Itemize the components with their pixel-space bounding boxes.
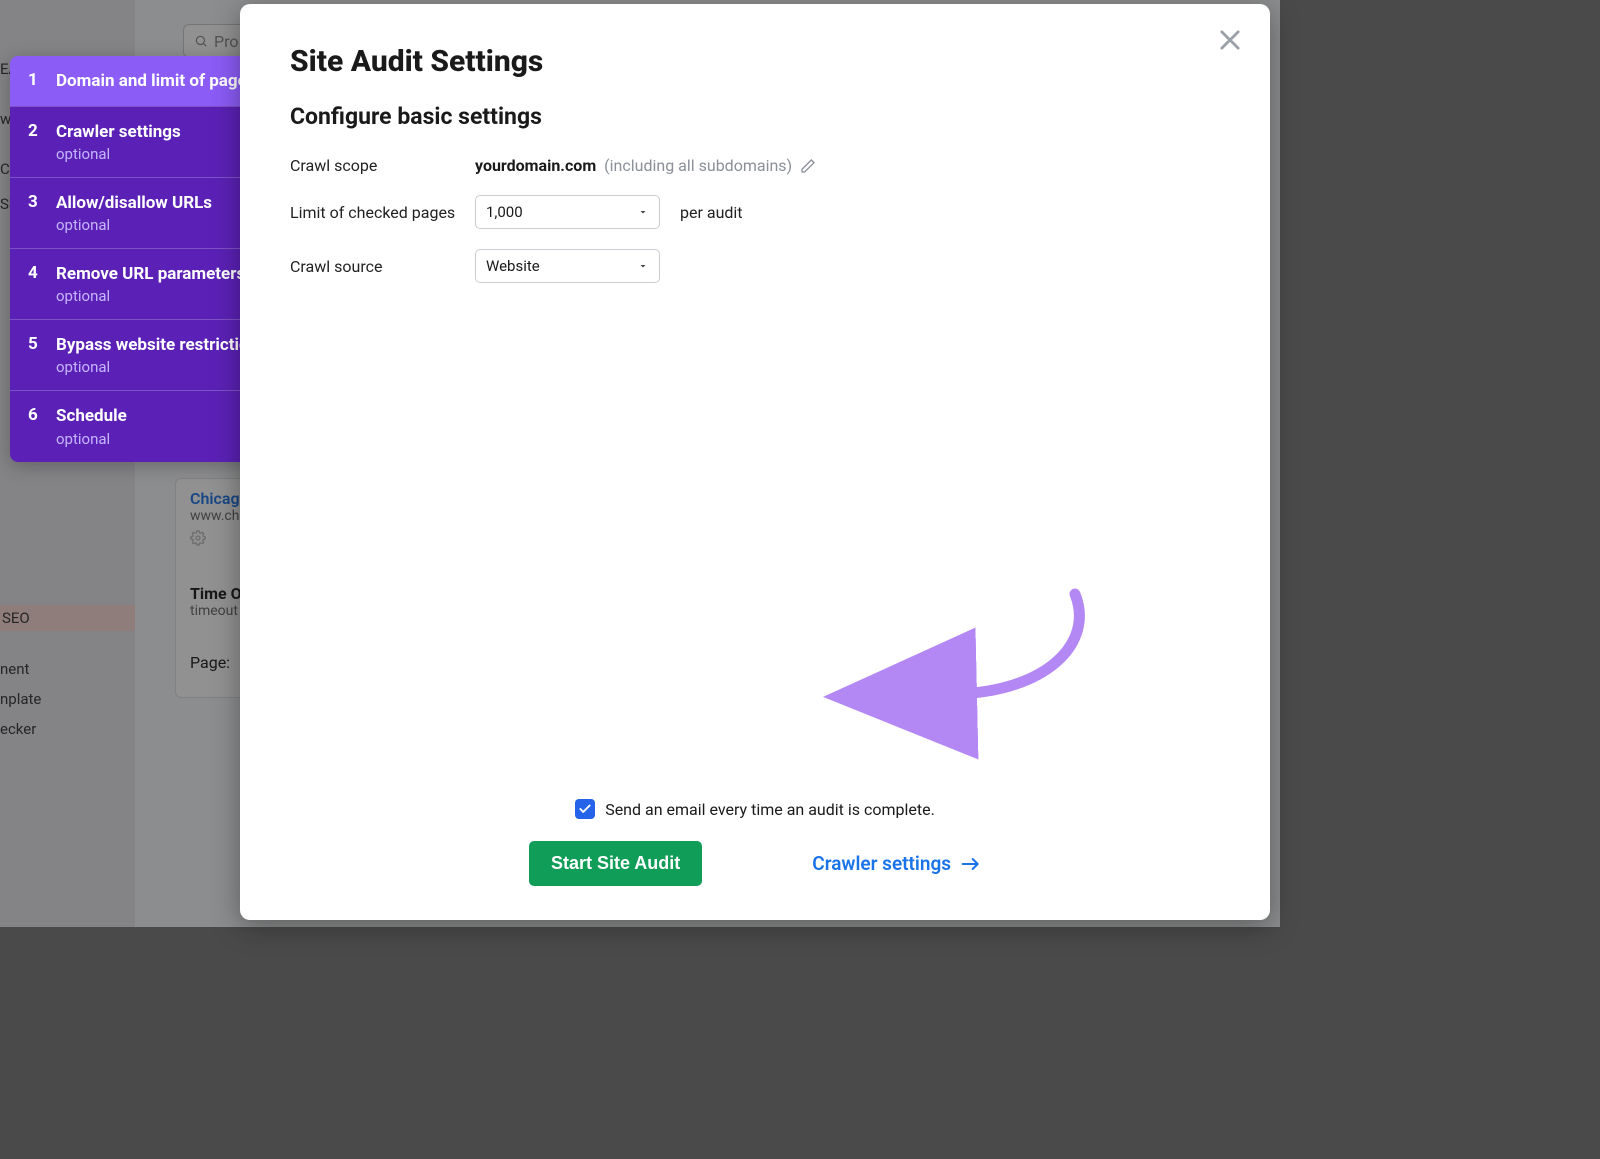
source-label: Crawl source <box>290 257 475 276</box>
wizard-step-number: 3 <box>28 192 42 234</box>
limit-select-value: 1,000 <box>486 203 523 221</box>
email-notify-row: Send an email every time an audit is com… <box>290 799 1220 819</box>
start-site-audit-button[interactable]: Start Site Audit <box>529 841 702 886</box>
settings-modal: Site Audit Settings Configure basic sett… <box>240 4 1270 920</box>
source-row: Crawl source Website <box>290 249 1220 283</box>
close-icon <box>1216 26 1244 54</box>
limit-row: Limit of checked pages 1,000 per audit <box>290 195 1220 229</box>
wizard-step-number: 6 <box>28 405 42 447</box>
modal-subtitle: Configure basic settings <box>290 103 1220 130</box>
check-icon <box>578 802 592 816</box>
wizard-step-number: 5 <box>28 334 42 376</box>
chevron-down-icon <box>637 206 649 218</box>
crawler-settings-link-label: Crawler settings <box>812 852 951 875</box>
crawl-scope-note: (including all subdomains) <box>604 156 792 175</box>
close-button[interactable] <box>1216 26 1244 54</box>
annotation-arrow <box>925 584 1095 714</box>
limit-select[interactable]: 1,000 <box>475 195 660 229</box>
email-notify-checkbox[interactable] <box>575 799 595 819</box>
limit-suffix: per audit <box>680 203 743 222</box>
modal-footer: Send an email every time an audit is com… <box>290 799 1220 886</box>
limit-label: Limit of checked pages <box>290 203 475 222</box>
wizard-step-number: 1 <box>28 70 42 92</box>
wizard-step-number: 4 <box>28 263 42 305</box>
source-select[interactable]: Website <box>475 249 660 283</box>
wizard-step-number: 2 <box>28 121 42 163</box>
crawl-scope-domain: yourdomain.com <box>475 156 596 175</box>
source-select-value: Website <box>486 257 540 275</box>
edit-crawl-scope-button[interactable] <box>800 158 816 174</box>
crawler-settings-link[interactable]: Crawler settings <box>812 852 981 875</box>
arrow-right-icon <box>961 857 981 871</box>
modal-title: Site Audit Settings <box>290 44 1220 79</box>
chevron-down-icon <box>637 260 649 272</box>
email-notify-label: Send an email every time an audit is com… <box>605 800 935 819</box>
pencil-icon <box>800 158 816 174</box>
crawl-scope-label: Crawl scope <box>290 156 475 175</box>
crawl-scope-row: Crawl scope yourdomain.com (including al… <box>290 156 1220 175</box>
